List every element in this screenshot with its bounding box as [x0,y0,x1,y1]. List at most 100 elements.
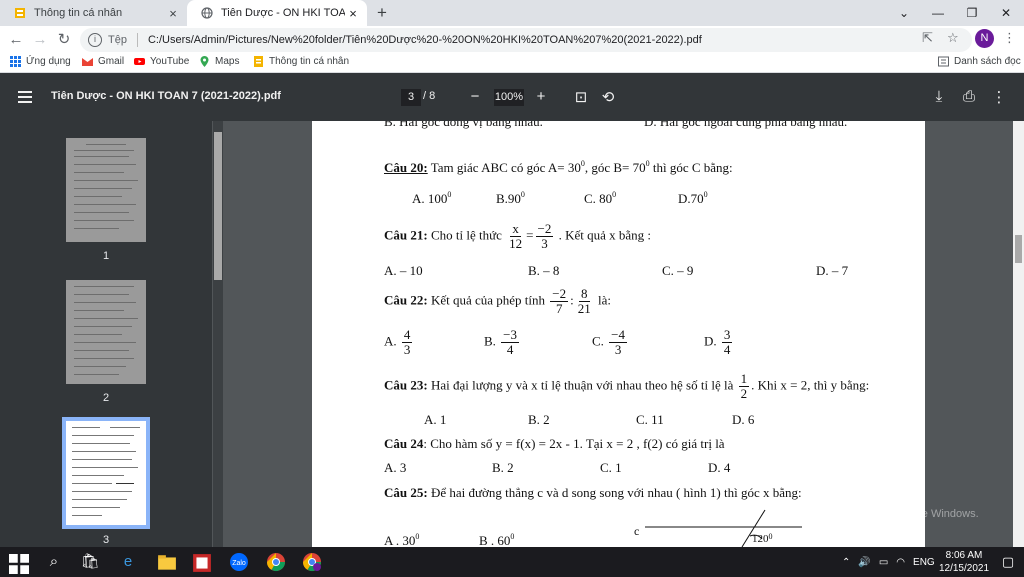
denominator: 3 [403,342,411,357]
zoom-level-input[interactable]: 100% [494,89,524,106]
windows-start-icon[interactable] [9,554,29,574]
thumbnail-page-3[interactable] [62,417,150,529]
info-icon[interactable]: i [88,33,102,47]
forward-arrow-icon[interactable]: → [30,30,50,50]
rotate-icon[interactable]: ⟲ [599,88,617,106]
zoom-in-icon[interactable]: + [532,88,550,105]
fraction: 43 [401,328,413,357]
close-tab-icon[interactable]: × [165,6,181,21]
volume-icon[interactable]: 🔊 [858,557,870,568]
option: D.700 [678,190,708,207]
profile-avatar[interactable]: N [975,29,994,48]
file-explorer-icon[interactable] [157,553,177,573]
sidebar-scrollbar-thumb[interactable] [214,132,222,280]
option: D. – 7 [816,263,849,278]
thumbnail-number: 2 [102,392,110,404]
question-text: thì góc C bằng: [649,160,733,175]
close-tab-icon[interactable]: × [345,6,361,21]
bookmark-apps[interactable]: Ứng dụng [10,56,71,67]
download-icon[interactable]: ⤓ [930,88,948,105]
address-bar[interactable]: i Tệp C:/Users/Admin/Pictures/New%20fold… [80,28,972,52]
question-text: . Khi x = 2, thì y bằng: [751,377,870,393]
denominator: 21 [577,301,591,316]
toolbar: ← → ↻ i Tệp C:/Users/Admin/Pictures/New%… [0,26,1024,54]
back-arrow-icon[interactable]: ← [6,30,26,50]
question-21: Câu 21: Cho tỉ lệ thức x 12 = −2 3 . Kết quả… [384,222,651,251]
apps-grid-icon [10,56,21,67]
thumbnail-number: 1 [102,250,110,262]
question-20: Câu 20: Tam giác ABC có góc A= 300, góc … [384,159,733,176]
print-icon[interactable]: ⎙ [960,88,978,105]
viewer-scrollbar-thumb[interactable] [1015,235,1022,263]
reload-icon[interactable]: ↻ [54,30,74,50]
edge-icon[interactable]: e [118,552,138,572]
new-tab-button[interactable]: + [372,3,392,23]
tab-pdf[interactable]: Tiên Dược - ON HKI TOAN 7 (2021 × [187,0,367,26]
chrome-icon[interactable] [266,552,286,572]
restore-button[interactable]: ❐ [955,6,989,20]
thumbnail-page-2[interactable] [66,280,146,384]
question-text: Hai đại lượng y và x tỉ lệ thuận với nha… [427,377,737,393]
sup: 0 [703,190,708,199]
tab-thong-tin-ca-nhan[interactable]: Thông tin cá nhân × [0,0,187,26]
fraction: 12 [738,372,750,401]
minimize-button[interactable]: — [921,6,955,20]
notifications-icon[interactable]: ▢ [998,552,1018,572]
search-icon[interactable]: ⌕ [44,552,64,572]
question-label: Câu 25: [384,485,428,500]
numerator: 8 [579,286,590,302]
store-icon[interactable]: 🛍 [80,552,100,572]
reading-list-icon [938,56,949,67]
fit-page-icon[interactable]: ⊡ [572,88,590,106]
share-icon[interactable]: ⇱ [922,30,933,46]
maps-pin-icon [200,56,209,67]
bookmark-gmail[interactable]: Gmail [82,56,124,67]
pdf-toolbar: Tiên Dược - ON HKI TOAN 7 (2021-2022).pd… [0,73,1024,121]
denominator: 7 [555,301,563,316]
svg-text:Zalo: Zalo [232,560,246,567]
question-text: , góc B= 70 [584,160,646,175]
bookmark-thong-tin[interactable]: Thông tin cá nhân [253,56,349,67]
fraction: 8 21 [576,287,593,316]
option: C. 800 [584,190,616,207]
more-options-icon[interactable]: ⋮ [990,88,1008,106]
wifi-icon[interactable]: ◠ [896,557,905,568]
option-text: D.70 [678,191,704,206]
bookmark-star-icon[interactable]: ☆ [947,30,959,46]
viewer-scrollbar[interactable] [1013,121,1024,547]
question-label: Câu 24 [384,436,424,451]
option-text: A . 30 [384,533,416,547]
denominator: 4 [723,342,731,357]
tab-search-icon[interactable]: ⌄ [887,6,921,20]
option: C. 11 [636,412,664,427]
page-number-input[interactable]: 3 [401,89,421,106]
cut-line-left: B. Hai góc đồng vị bằng nhau. [384,121,543,129]
chrome-profile-icon[interactable] [302,552,322,572]
menu-icon[interactable] [18,91,32,103]
close-window-button[interactable]: ✕ [989,6,1023,20]
denominator: 4 [506,342,514,357]
battery-icon[interactable]: ▭ [879,557,888,568]
pdf-viewer: B. Hai góc đồng vị bằng nhau. D. Hai góc… [223,121,1013,547]
photos-icon[interactable] [192,553,212,573]
sup: 0 [768,532,773,541]
bookmark-youtube[interactable]: YouTube [134,56,189,67]
language-indicator[interactable]: ENG [913,557,935,568]
sup: 0 [520,190,525,199]
cut-line-right: D. Hai góc ngoài cùng phía bằng nhau. [644,121,848,129]
option: D. 4 [708,460,731,475]
clock[interactable]: 8:06 AM 12/15/2021 [938,549,990,575]
bookmarks-bar: Ứng dụng Gmail YouTube Maps Thông tin cá… [0,54,1024,73]
denominator: 2 [740,386,748,401]
bookmark-maps[interactable]: Maps [199,56,239,67]
option-letter: D. [704,333,717,349]
question-text: : Cho hàm số y = f(x) = 2x - 1. Tại x = … [423,436,725,451]
option-text: B.90 [496,191,521,206]
show-hidden-icons-icon[interactable]: ⌃ [842,557,850,568]
question-text: Kết quả của phép tính [427,292,549,308]
reading-list[interactable]: Danh sách đọc [938,56,1021,67]
thumbnail-page-1[interactable] [66,138,146,242]
zalo-icon[interactable]: Zalo [229,552,249,572]
zoom-out-icon[interactable]: − [466,88,484,105]
browser-menu-icon[interactable]: ⋮ [1003,30,1016,46]
